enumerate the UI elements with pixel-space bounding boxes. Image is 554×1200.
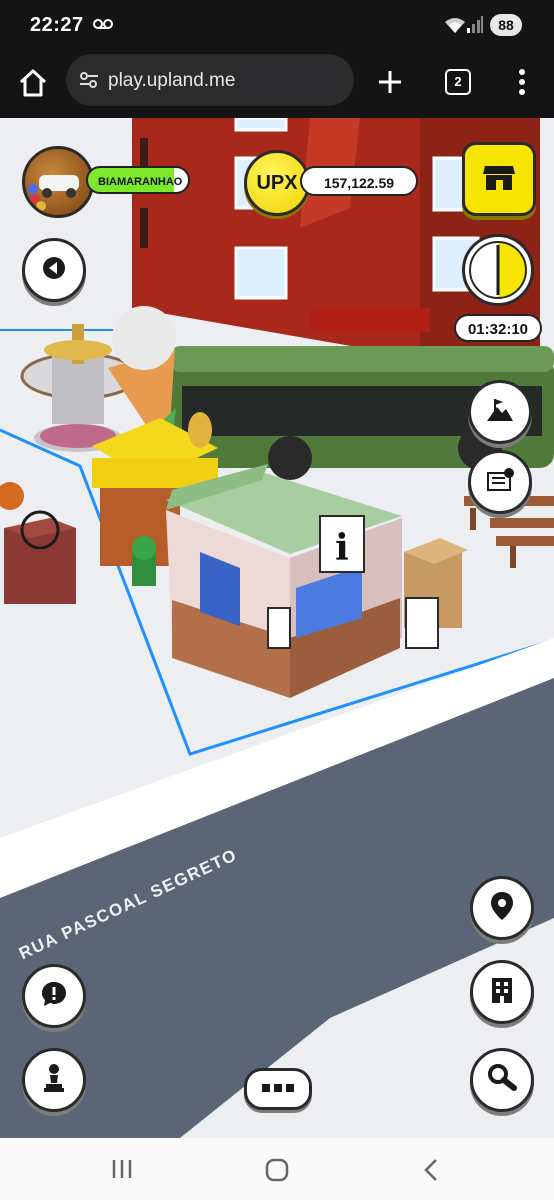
- battery-level: 88: [490, 14, 522, 36]
- red-crate: [4, 510, 76, 604]
- game-map-view[interactable]: i BIAMARANHAO UPX 157,122.59 01:32:10 RU…: [0, 118, 554, 1138]
- more-button[interactable]: [244, 1068, 312, 1110]
- avatar[interactable]: [22, 146, 94, 218]
- home-icon[interactable]: [16, 66, 50, 100]
- back-chevron-icon[interactable]: [422, 1158, 442, 1187]
- store-icon: [482, 162, 516, 197]
- more-horizontal-icon: [260, 1080, 296, 1098]
- back-button[interactable]: [22, 238, 86, 302]
- help-button[interactable]: [22, 964, 86, 1028]
- username[interactable]: BIAMARANHAO: [86, 166, 190, 194]
- system-nav-bar: [0, 1138, 554, 1200]
- location-pin-icon: [489, 891, 515, 926]
- buildings-button[interactable]: [470, 960, 534, 1024]
- building-icon: [489, 976, 515, 1009]
- hydrant: [132, 536, 156, 586]
- home-circle-icon[interactable]: [265, 1158, 289, 1187]
- info-sign: i: [335, 527, 349, 569]
- help-bubble-icon: [40, 980, 68, 1013]
- more-vert-icon[interactable]: [512, 66, 532, 98]
- landmark-button[interactable]: [468, 380, 532, 444]
- plus-icon[interactable]: [374, 66, 406, 98]
- chess-pawn-icon: [42, 1063, 66, 1098]
- tune-icon[interactable]: [78, 69, 100, 96]
- search-button[interactable]: [470, 1048, 534, 1112]
- status-bar: 22:27 88: [0, 0, 554, 52]
- wifi-icon: [444, 16, 466, 39]
- tab-switcher-button[interactable]: 2: [445, 69, 471, 95]
- upx-balance[interactable]: 157,122.59: [300, 166, 418, 196]
- url-text[interactable]: play.upland.me: [108, 70, 235, 92]
- timer: 01:32:10: [454, 314, 542, 342]
- recent-apps-icon[interactable]: [110, 1158, 134, 1185]
- locate-button[interactable]: [470, 876, 534, 940]
- clock-icon[interactable]: [462, 234, 534, 306]
- voicemail-icon: [92, 17, 114, 36]
- store-button[interactable]: [462, 142, 536, 216]
- certificate-button[interactable]: [468, 450, 532, 514]
- chess-button[interactable]: [22, 1048, 86, 1112]
- browser-toolbar: play.upland.me 2: [0, 52, 554, 118]
- landmark-icon: [485, 397, 515, 428]
- info-board: [405, 597, 439, 649]
- search-icon: [487, 1063, 517, 1098]
- signal-icon: [466, 16, 484, 39]
- status-time: 22:27: [30, 14, 84, 36]
- url-bar[interactable]: play.upland.me: [66, 54, 354, 106]
- back-icon: [42, 256, 66, 285]
- certificate-icon: [485, 466, 515, 499]
